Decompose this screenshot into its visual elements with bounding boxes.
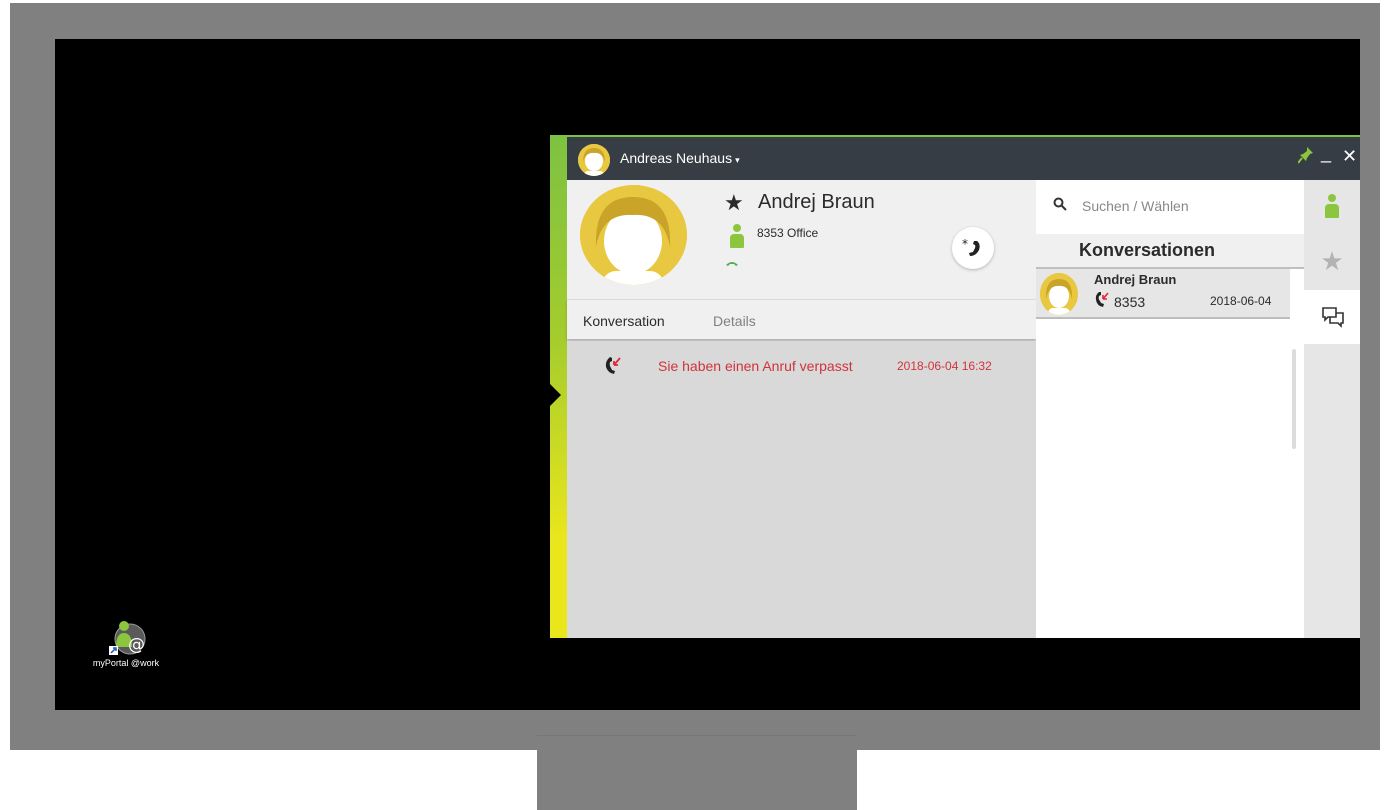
chat-bubbles-icon: [1322, 307, 1344, 328]
desktop-screen: @ myPortal @work Andreas Neuhaus ▾ _ ✕ ★…: [55, 39, 1360, 710]
search-bar: [1036, 180, 1304, 234]
desktop-shortcut-label: myPortal @work: [92, 658, 160, 668]
missed-call-time: 2018-06-04 16:32: [897, 359, 992, 373]
monitor-frame: @ myPortal @work Andreas Neuhaus ▾ _ ✕ ★…: [10, 3, 1380, 750]
conversations-title: Konversationen: [1079, 240, 1216, 260]
tab-details[interactable]: Details: [713, 313, 756, 329]
right-nav: ★: [1304, 180, 1360, 638]
svg-text:*: *: [962, 237, 968, 251]
conversation-history: Sie haben einen Anruf verpasst 2018-06-0…: [567, 341, 1036, 638]
chevron-down-icon: ▾: [735, 155, 740, 165]
conversation-avatar: [1040, 273, 1078, 315]
user-menu[interactable]: Andreas Neuhaus ▾: [620, 150, 740, 166]
conversations-list: Andrej Braun 8353 2018-06-04: [1036, 269, 1304, 638]
contact-name: Andrej Braun: [758, 191, 875, 213]
svg-text:@: @: [128, 635, 145, 655]
missed-call-icon: [604, 355, 622, 380]
contact-line: 8353 Office: [757, 226, 819, 240]
tab-konversation[interactable]: Konversation: [583, 313, 665, 329]
nav-favorites[interactable]: ★: [1304, 234, 1360, 288]
myportal-app-icon: @: [106, 617, 146, 657]
conversations-scrollbar[interactable]: [1292, 349, 1296, 449]
monitor-stand: [537, 735, 857, 810]
accent-notch: [550, 384, 561, 406]
history-entry[interactable]: Sie haben einen Anruf verpasst 2018-06-0…: [567, 354, 1036, 378]
minimize-button[interactable]: _: [1321, 143, 1331, 164]
missed-call-icon: [1094, 290, 1110, 311]
search-input[interactable]: [1082, 195, 1292, 217]
star-icon: ★: [1320, 246, 1344, 276]
conversation-name: Andrej Braun: [1094, 272, 1177, 287]
title-bar: Andreas Neuhaus ▾ _ ✕: [567, 135, 1360, 180]
missed-call-text: Sie haben einen Anruf verpasst: [658, 358, 853, 374]
desktop-shortcut-myportal[interactable]: @ myPortal @work: [83, 617, 169, 677]
conversations-header: Konversationen: [1036, 234, 1304, 269]
conversation-number: 8353: [1114, 294, 1146, 310]
contact-header: ★ Andrej Braun 8353 Office *: [567, 180, 1036, 299]
presence-available-icon: [730, 224, 744, 248]
user-name-label: Andreas Neuhaus: [620, 150, 733, 166]
call-button[interactable]: *: [952, 227, 994, 269]
nav-presence[interactable]: [1304, 180, 1360, 234]
favorite-star-icon[interactable]: ★: [724, 190, 744, 216]
presence-person-icon: [1325, 194, 1339, 220]
close-button[interactable]: ✕: [1342, 146, 1357, 167]
phone-status-icon: [725, 255, 739, 270]
user-avatar[interactable]: [578, 144, 610, 176]
nav-conversations[interactable]: [1304, 290, 1360, 344]
conversation-item[interactable]: Andrej Braun 8353 2018-06-04: [1036, 269, 1290, 319]
conversation-date: 2018-06-04: [1210, 294, 1272, 308]
contact-tabs: Konversation Details: [567, 299, 1036, 339]
myportal-window: Andreas Neuhaus ▾ _ ✕ ★ Andrej Braun 835…: [550, 135, 1360, 638]
pin-icon[interactable]: [1297, 146, 1314, 169]
contact-avatar: [580, 185, 687, 285]
search-icon[interactable]: [1053, 197, 1067, 214]
